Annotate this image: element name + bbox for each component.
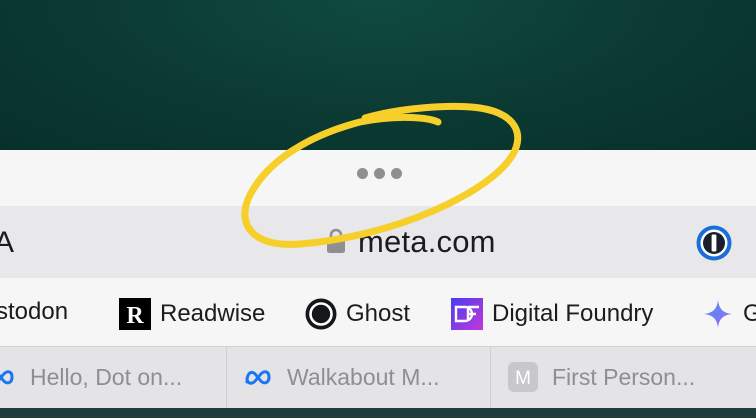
handle-dot [357,168,368,179]
handle-dot [391,168,402,179]
digital-foundry-icon [451,298,483,330]
svg-text:R: R [126,303,144,329]
tab-title: Hello, Dot on... [30,363,183,390]
svg-text:M: M [515,368,531,389]
tab-title: First Person... [552,363,696,390]
tab-divider [490,346,491,408]
tab-item[interactable]: M First Person... [508,346,695,408]
m-letter-icon: M [508,362,538,392]
favorite-label: stodon [0,298,69,325]
bottom-edge [0,408,756,418]
favorite-ghost[interactable]: Ghost [305,298,410,330]
lock-icon [327,228,345,253]
handle-dot [374,168,385,179]
favorite-label: Readwise [160,300,266,327]
meta-icon [245,370,271,385]
readwise-icon: R [119,298,151,330]
favorite-mastodon[interactable]: stodon [0,298,68,326]
wallpaper [0,0,756,150]
favorite-label: Ghost [346,300,411,327]
more-options-handle[interactable] [357,168,402,179]
onepassword-icon[interactable] [695,224,733,262]
ghost-icon [305,298,337,330]
favorite-readwise[interactable]: R Readwise [119,298,265,330]
tab-title: Walkabout M... [287,363,440,390]
gemini-sparkle-icon [704,300,732,328]
tab-divider [226,346,227,408]
tab-item[interactable]: Hello, Dot on... [0,346,182,408]
meta-icon [0,370,14,385]
favorite-gemini[interactable]: G [702,298,756,330]
favorite-digital-foundry[interactable]: Digital Foundry [451,298,653,330]
address-bar-left-fragment: A [0,226,15,259]
tab-item[interactable]: Walkabout M... [243,346,440,408]
favorite-label: Digital Foundry [492,300,654,327]
url-text[interactable]: meta.com [358,224,496,260]
favorite-label: G [743,300,756,327]
